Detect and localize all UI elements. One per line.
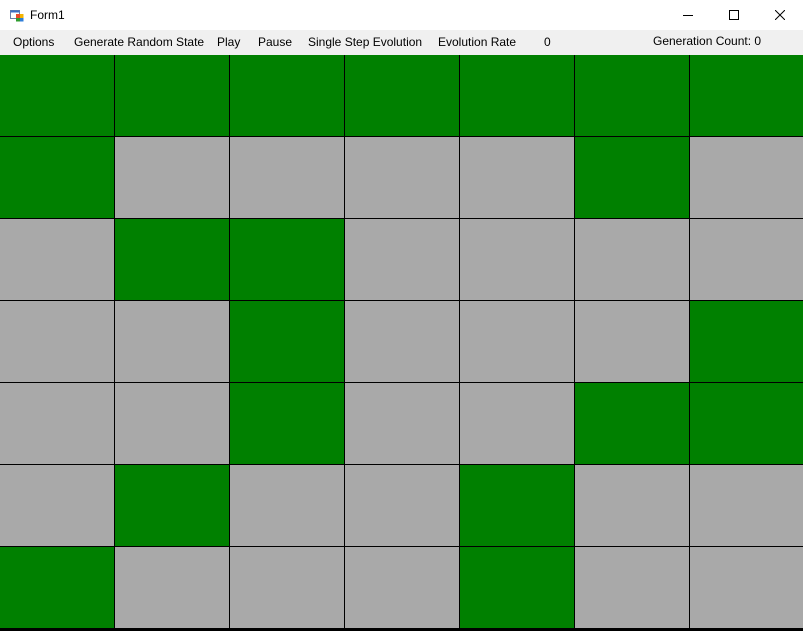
grid-cell[interactable] [690, 465, 803, 547]
grid-cell[interactable] [115, 547, 230, 629]
grid-cell[interactable] [0, 55, 115, 137]
close-button[interactable] [757, 0, 803, 30]
grid-cell[interactable] [0, 383, 115, 465]
grid-cell[interactable] [345, 55, 460, 137]
minimize-button[interactable] [665, 0, 711, 30]
grid-cell[interactable] [575, 219, 690, 301]
app-icon [10, 8, 24, 22]
maximize-icon [729, 10, 739, 20]
app-window: Form1 Options Generate Random State Play… [0, 0, 803, 631]
grid-cell[interactable] [115, 219, 230, 301]
grid-cell[interactable] [0, 465, 115, 547]
grid-cell[interactable] [0, 547, 115, 629]
menu-play[interactable]: Play [217, 30, 240, 55]
grid-cell[interactable] [460, 55, 575, 137]
life-grid [0, 55, 803, 631]
grid-cell[interactable] [230, 55, 345, 137]
grid-cell[interactable] [345, 301, 460, 383]
grid-cell[interactable] [575, 383, 690, 465]
grid-cell[interactable] [575, 301, 690, 383]
grid-cell[interactable] [115, 137, 230, 219]
menu-bar: Options Generate Random State Play Pause… [0, 30, 803, 55]
grid-cell[interactable] [460, 219, 575, 301]
grid-cell[interactable] [230, 383, 345, 465]
menu-pause[interactable]: Pause [258, 30, 292, 55]
grid-cell[interactable] [575, 137, 690, 219]
grid-cell[interactable] [115, 301, 230, 383]
menu-single-step-evolution[interactable]: Single Step Evolution [308, 30, 422, 55]
grid-cell[interactable] [230, 301, 345, 383]
grid-cell[interactable] [460, 137, 575, 219]
evolution-rate-value[interactable]: 0 [544, 30, 551, 55]
grid-cell[interactable] [460, 465, 575, 547]
grid-cell[interactable] [115, 465, 230, 547]
grid-cell[interactable] [575, 55, 690, 137]
grid-cell[interactable] [460, 383, 575, 465]
grid-cell[interactable] [345, 383, 460, 465]
grid-cell[interactable] [230, 465, 345, 547]
grid-cell[interactable] [575, 465, 690, 547]
minimize-icon [683, 15, 693, 16]
grid-cell[interactable] [0, 219, 115, 301]
menu-evolution-rate[interactable]: Evolution Rate [438, 30, 516, 55]
grid-cell[interactable] [0, 137, 115, 219]
menu-generate-random-state[interactable]: Generate Random State [74, 30, 204, 55]
menu-options[interactable]: Options [13, 30, 54, 55]
grid-cell[interactable] [230, 137, 345, 219]
generation-count: Generation Count: 0 [653, 34, 762, 48]
grid-cell[interactable] [690, 301, 803, 383]
title-bar[interactable]: Form1 [0, 0, 803, 30]
grid-cell[interactable] [460, 301, 575, 383]
grid-cell[interactable] [230, 219, 345, 301]
grid-cell[interactable] [345, 219, 460, 301]
close-icon [775, 10, 785, 20]
grid-cell[interactable] [690, 547, 803, 629]
grid-cell[interactable] [460, 547, 575, 629]
grid-cell[interactable] [690, 383, 803, 465]
grid-cell[interactable] [575, 547, 690, 629]
grid-cell[interactable] [690, 55, 803, 137]
grid-cell[interactable] [115, 55, 230, 137]
grid-cell[interactable] [115, 383, 230, 465]
grid-cell[interactable] [345, 465, 460, 547]
grid-cell[interactable] [230, 547, 345, 629]
window-title: Form1 [30, 8, 65, 22]
grid-cell[interactable] [345, 137, 460, 219]
grid-cell[interactable] [345, 547, 460, 629]
grid-cell[interactable] [0, 301, 115, 383]
grid-cell[interactable] [690, 219, 803, 301]
maximize-button[interactable] [711, 0, 757, 30]
grid-cell[interactable] [690, 137, 803, 219]
